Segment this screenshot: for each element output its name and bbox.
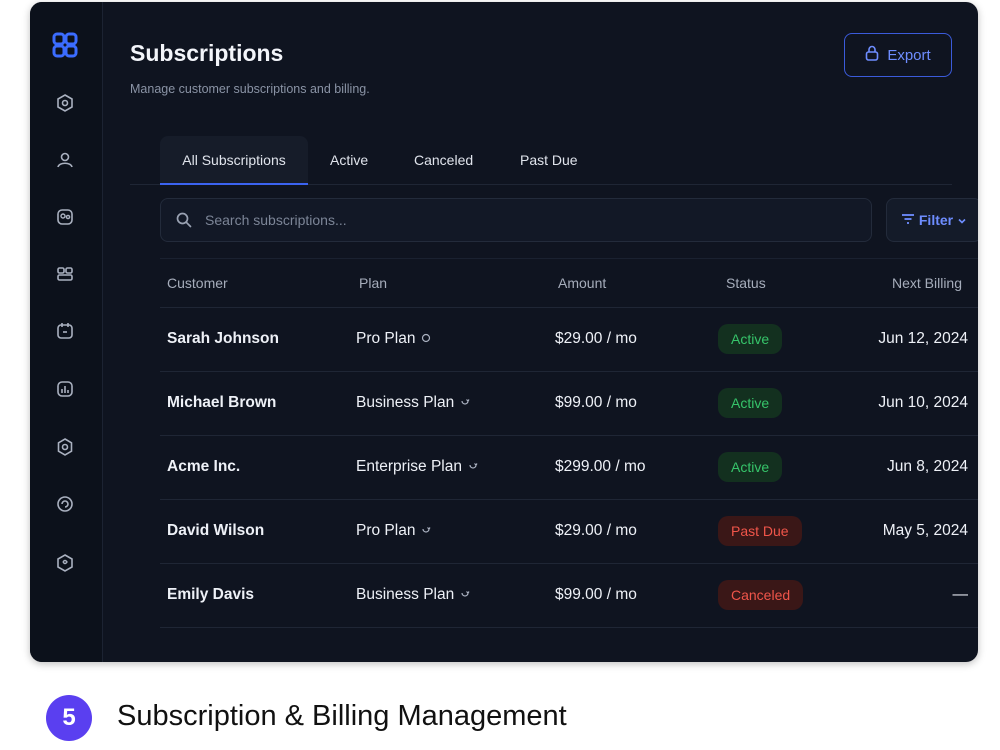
amount: $299.00 / mo: [555, 458, 646, 475]
table-row[interactable]: Sarah Johnson Pro Plan $29.00 / mo Activ…: [160, 308, 978, 372]
dashboard-icon[interactable]: [54, 92, 76, 114]
status-badge: Active: [718, 324, 783, 354]
plan-name: Enterprise Plan: [356, 458, 462, 475]
tab-all-subscriptions[interactable]: All Subscriptions: [160, 136, 308, 185]
table-row[interactable]: Emily Davis Business Plan $99.00 / mo Ca…: [160, 564, 978, 628]
plan-name: Business Plan: [356, 394, 455, 411]
filter-button[interactable]: Filter: [886, 198, 978, 242]
tab-active[interactable]: Active: [330, 136, 368, 184]
customer-name: Acme Inc.: [167, 458, 241, 475]
plan-cell: Business Plan: [356, 394, 470, 412]
search-icon: [175, 211, 193, 229]
refresh-icon[interactable]: [54, 493, 76, 515]
plan-cell: Enterprise Plan: [356, 458, 478, 476]
customer-name: Emily Davis: [167, 586, 255, 603]
column-header-status[interactable]: Status: [726, 275, 766, 291]
table-header: Customer Plan Amount Status Next Billing: [160, 258, 978, 308]
next-billing-date: —: [952, 586, 969, 603]
subscriptions-table: Customer Plan Amount Status Next Billing…: [160, 258, 978, 628]
status-badge: Active: [718, 452, 783, 482]
column-header-next-billing[interactable]: Next Billing: [892, 275, 962, 291]
next-billing-date: Jun 12, 2024: [878, 330, 968, 347]
column-header-amount[interactable]: Amount: [558, 275, 606, 291]
column-header-customer[interactable]: Customer: [167, 275, 228, 291]
next-billing-date: May 5, 2024: [882, 522, 968, 539]
plan-cell: Business Plan: [356, 586, 470, 604]
plan-name: Business Plan: [356, 586, 455, 603]
plan-name: Pro Plan: [356, 330, 416, 347]
support-icon[interactable]: [54, 552, 76, 574]
grid-icon[interactable]: [54, 263, 76, 285]
tab-bar: All Subscriptions Active Canceled Past D…: [130, 136, 952, 185]
amount: $29.00 / mo: [555, 330, 637, 347]
column-header-plan[interactable]: Plan: [359, 275, 387, 291]
plan-cycle-icon: [421, 330, 431, 348]
tab-canceled[interactable]: Canceled: [414, 136, 473, 184]
plan-cell: Pro Plan: [356, 330, 431, 348]
logo-icon[interactable]: [52, 32, 80, 60]
export-label: Export: [887, 46, 931, 64]
search-input[interactable]: [203, 211, 807, 229]
table-row[interactable]: David Wilson Pro Plan $29.00 / mo Past D…: [160, 500, 978, 564]
plan-cycle-icon: [460, 586, 470, 604]
plan-cycle-icon: [460, 394, 470, 412]
chart-icon[interactable]: [54, 378, 76, 400]
chevron-down-icon: [957, 212, 967, 228]
settings-icon[interactable]: [54, 436, 76, 458]
status-badge: Active: [718, 388, 783, 418]
status-badge: Canceled: [718, 580, 804, 610]
step-number-badge: 5: [46, 695, 92, 741]
search-bar: [160, 198, 872, 242]
page-title: Subscriptions: [130, 40, 284, 66]
next-billing-date: Jun 10, 2024: [878, 394, 968, 411]
main-content: Subscriptions Manage customer subscripti…: [130, 2, 978, 662]
filter-label: Filter: [918, 212, 954, 228]
amount: $99.00 / mo: [555, 586, 637, 603]
plan-cell: Pro Plan: [356, 522, 431, 540]
caption-title: Subscription & Billing Management: [117, 700, 567, 732]
page-subtitle: Manage customer subscriptions and billin…: [130, 82, 370, 96]
next-billing-date: Jun 8, 2024: [886, 458, 968, 475]
plan-cycle-icon: [421, 522, 431, 540]
amount: $29.00 / mo: [555, 522, 637, 539]
customer-name: Sarah Johnson: [167, 330, 279, 347]
table-row[interactable]: Michael Brown Business Plan $99.00 / mo …: [160, 372, 978, 436]
calendar-icon[interactable]: [54, 320, 76, 342]
lock-icon: [865, 45, 879, 65]
user-icon[interactable]: [54, 149, 76, 171]
export-button[interactable]: Export: [844, 33, 952, 77]
customer-name: David Wilson: [167, 522, 265, 539]
table-row[interactable]: Acme Inc. Enterprise Plan $299.00 / mo A…: [160, 436, 978, 500]
sidebar: [30, 2, 103, 662]
customer-name: Michael Brown: [167, 394, 277, 411]
plan-name: Pro Plan: [356, 522, 416, 539]
amount: $99.00 / mo: [555, 394, 637, 411]
users-icon[interactable]: [54, 206, 76, 228]
filter-icon: [901, 212, 915, 228]
status-badge: Past Due: [718, 516, 802, 546]
tab-past-due[interactable]: Past Due: [520, 136, 578, 184]
app-window: Subscriptions Manage customer subscripti…: [30, 2, 978, 662]
plan-cycle-icon: [468, 458, 478, 476]
